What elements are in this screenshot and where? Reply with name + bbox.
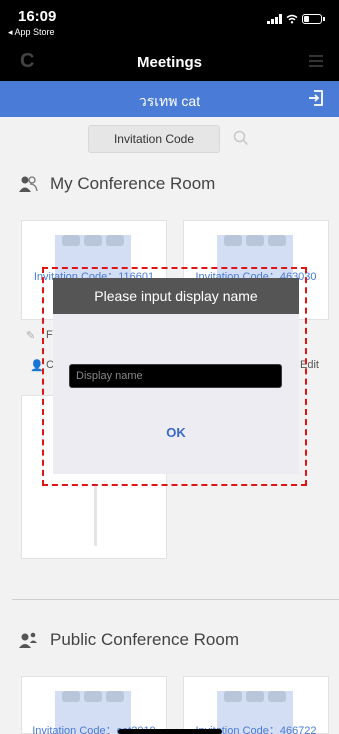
battery-icon: [302, 14, 322, 24]
status-time: 16:09: [18, 8, 57, 25]
back-to-app-store[interactable]: ◂ App Store: [8, 27, 55, 38]
invitation-code-button[interactable]: Invitation Code: [88, 125, 220, 153]
public-conference-room-title: Public Conference Room: [50, 630, 239, 649]
card-fragment-text: F: [46, 329, 53, 341]
my-conference-room-header: My Conference Room: [18, 174, 215, 194]
status-bar: 16:09 ◂ App Store: [0, 0, 339, 44]
status-icons: [267, 14, 325, 24]
signal-icon: [267, 14, 282, 24]
home-indicator[interactable]: [118, 729, 222, 734]
edit-link[interactable]: Edit: [300, 359, 319, 371]
page-title: Meetings: [136, 54, 202, 71]
conference-card[interactable]: Invitation Code：cat2019: [21, 676, 167, 734]
display-name-dialog: Please input display name OK: [53, 278, 299, 474]
nav-bar: C Meetings: [0, 44, 339, 81]
wifi-icon: [286, 14, 298, 24]
chairs-icon: [62, 235, 124, 246]
user-name: วรเทพ cat: [138, 93, 201, 109]
conference-card[interactable]: Invitation Code：466722: [183, 676, 329, 734]
user-bar: วรเทพ cat: [0, 81, 339, 117]
my-conference-room-title: My Conference Room: [50, 174, 216, 193]
section-divider: [12, 599, 339, 600]
person-icon: 👤: [30, 360, 44, 372]
public-people-icon: [19, 632, 37, 648]
chairs-icon: [224, 691, 286, 702]
search-icon[interactable]: [233, 130, 249, 146]
ok-button[interactable]: OK: [148, 420, 204, 444]
battery-tip: [323, 17, 325, 21]
list-icon[interactable]: [309, 55, 323, 69]
people-icon: [19, 176, 38, 192]
dialog-title: Please input display name: [53, 278, 299, 314]
chairs-icon: [62, 691, 124, 702]
display-name-input[interactable]: [69, 364, 282, 388]
chairs-icon: [224, 235, 286, 246]
edit-icon[interactable]: ✎: [26, 329, 35, 342]
public-conference-room-header: Public Conference Room: [18, 630, 239, 650]
card-divider: [94, 486, 97, 546]
logout-icon[interactable]: [307, 89, 325, 107]
